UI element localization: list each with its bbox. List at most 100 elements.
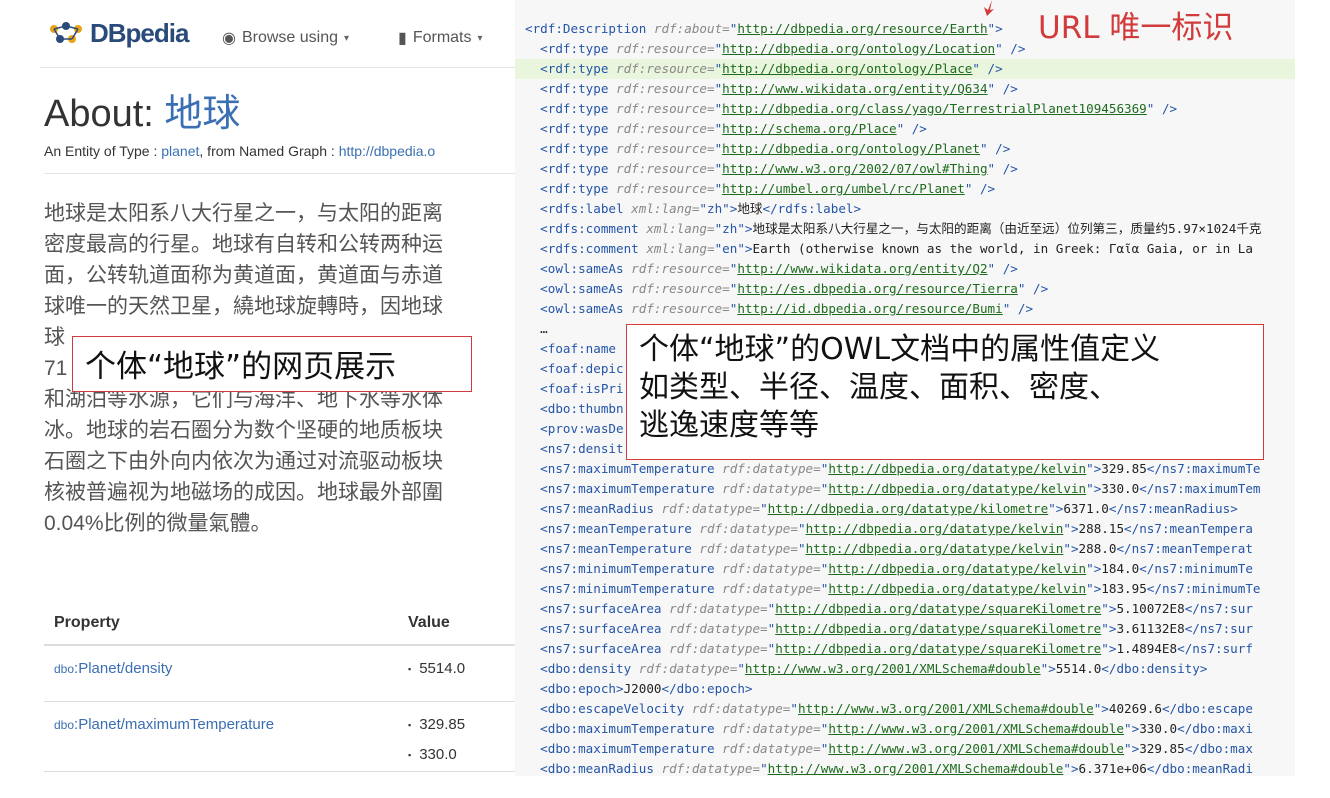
code-token: <rdf:type [525, 81, 616, 96]
code-token: </ns7:surf [1177, 641, 1253, 656]
code-url-link[interactable]: http://dbpedia.org/datatype/kelvin [828, 561, 1086, 576]
code-token: " /> [987, 261, 1018, 276]
entity-subtitle: An Entity of Type : planet, from Named G… [44, 143, 435, 159]
property-link[interactable]: dbo:Planet/density [54, 660, 172, 677]
code-url-link[interactable]: http://dbpedia.org/datatype/kelvin [806, 521, 1064, 536]
code-line: <rdf:type rdf:resource="http://umbel.org… [525, 179, 1295, 199]
code-url-link[interactable]: http://www.w3.org/2001/XMLSchema#double [798, 701, 1094, 716]
code-url-link[interactable]: http://dbpedia.org/datatype/kelvin [828, 481, 1086, 496]
code-line: <rdfs:comment xml:lang="zh">地球是太阳系八大行星之一… [525, 219, 1295, 239]
header-property[interactable]: Property [54, 614, 120, 632]
code-token: " [797, 541, 806, 556]
property-name: :Planet/density [74, 660, 173, 677]
browse-using-menu[interactable]: ◉ Browse using ▾ [222, 28, 349, 48]
code-url-link[interactable]: http://dbpedia.org/datatype/kelvin [828, 461, 1086, 476]
code-token: </ns7:maximumTe [1146, 461, 1261, 476]
code-token: </ns7:sur [1184, 601, 1253, 616]
code-url-link[interactable]: http://www.w3.org/2001/XMLSchema#double [745, 661, 1041, 676]
code-token: rdf:about= [653, 21, 730, 36]
code-line: <owl:sameAs rdf:resource="http://es.dbpe… [525, 279, 1295, 299]
code-url-link[interactable]: http://dbpedia.org/datatype/kelvin [828, 581, 1086, 596]
code-token: <rdf:type [525, 121, 616, 136]
code-url-link[interactable]: http://dbpedia.org/datatype/kilometre [768, 501, 1049, 516]
property-link[interactable]: dbo:Planet/maximumTemperature [54, 716, 274, 733]
code-token: 5514.0 [1055, 661, 1102, 676]
code-line: <dbo:maximumTemperature rdf:datatype="ht… [525, 719, 1295, 739]
named-graph-link[interactable]: http://dbpedia.o [339, 143, 436, 159]
code-token: rdf:resource= [616, 101, 715, 116]
code-url-link[interactable]: http://www.w3.org/2002/07/owl#Thing [722, 161, 987, 176]
code-url-link[interactable]: http://www.wikidata.org/entity/Q2 [737, 261, 987, 276]
code-line: <dbo:density rdf:datatype="http://www.w3… [525, 659, 1295, 679]
code-url-link[interactable]: http://id.dbpedia.org/resource/Bumi [737, 301, 1002, 316]
code-token: " /> [896, 121, 927, 136]
code-line: <rdf:type rdf:resource="http://schema.or… [525, 119, 1295, 139]
code-token: 3.61132E8 [1116, 621, 1185, 636]
code-token: "zh"> [714, 221, 753, 236]
code-token: rdf:resource= [631, 301, 730, 316]
code-url-link[interactable]: http://www.wikidata.org/entity/Q634 [722, 81, 987, 96]
code-token: " /> [979, 141, 1011, 156]
abstract-line: 球唯一的天然卫星，繞地球旋轉時，因地球 [44, 295, 443, 318]
type-link[interactable]: planet [161, 143, 199, 159]
code-token: " /> [987, 81, 1018, 96]
entity-link[interactable]: 地球 [164, 93, 240, 135]
code-url-link[interactable]: http://dbpedia.org/class/yago/Terrestria… [722, 101, 1147, 116]
code-token: xml:lang= [646, 221, 715, 236]
code-token: 地球 [737, 201, 763, 216]
abstract-line: 0.04%比例的微量氣體。 [44, 512, 272, 535]
code-token: "> [1086, 461, 1102, 476]
code-token: </dbo:maxi [1177, 721, 1253, 736]
code-token: </ns7:meanTemperat [1116, 541, 1253, 556]
code-token: " /> [972, 61, 1003, 76]
code-token: rdf:resource= [631, 281, 730, 296]
code-token: "> [1101, 641, 1117, 656]
code-url-link[interactable]: http://www.w3.org/2001/XMLSchema#double [828, 721, 1124, 736]
dbpedia-logo-icon [50, 21, 82, 43]
code-token: "zh"> [699, 201, 738, 216]
code-url-link[interactable]: http://schema.org/Place [722, 121, 896, 136]
property-values: 5514.0 [408, 660, 465, 690]
code-token: </ns7:minimumTe [1146, 581, 1261, 596]
code-url-link[interactable]: http://www.w3.org/2001/XMLSchema#double [768, 761, 1064, 776]
code-token: 330.0 [1139, 721, 1178, 736]
divider [44, 173, 520, 174]
code-url-link[interactable]: http://www.w3.org/2001/XMLSchema#double [828, 741, 1124, 756]
abstract-line: 地球是太阳系八大行星之一，与太阳的距离 [44, 202, 443, 225]
code-line: <ns7:meanTemperature rdf:datatype="http:… [525, 519, 1295, 539]
code-url-link[interactable]: http://dbpedia.org/datatype/squareKilome… [775, 641, 1101, 656]
code-token: " /> [995, 41, 1026, 56]
page-title: About: 地球 [44, 82, 240, 137]
code-url-link[interactable]: http://dbpedia.org/ontology/Planet [722, 141, 980, 156]
formats-menu[interactable]: ▮ Formats ▾ [398, 28, 483, 48]
code-token: rdf:datatype= [661, 501, 761, 516]
header-value[interactable]: Value [408, 614, 450, 632]
dbpedia-logo[interactable]: DBpedia [46, 18, 189, 49]
browse-using-label: Browse using [241, 29, 339, 46]
code-url-link[interactable]: http://dbpedia.org/datatype/squareKilome… [775, 601, 1101, 616]
code-token: 288.15 [1078, 521, 1125, 536]
code-token: <rdf:type [525, 141, 616, 156]
code-token: xml:lang= [631, 201, 700, 216]
code-url-link[interactable]: http://es.dbpedia.org/resource/Tierra [737, 281, 1018, 296]
code-token: <prov:wasDe [525, 421, 624, 436]
code-token: rdf:datatype= [699, 541, 798, 556]
code-token: "en"> [714, 241, 753, 256]
subtitle-middle: , from Named Graph : [199, 143, 339, 159]
code-token: "> [1101, 601, 1117, 616]
code-token: rdf:datatype= [722, 561, 821, 576]
code-token: " /> [1146, 101, 1178, 116]
code-token: 329.85 [1101, 461, 1147, 476]
property-table: Property Value dbo:Planet/density 5514.0 d… [44, 600, 520, 772]
code-token: rdf:resource= [631, 261, 730, 276]
code-url-link[interactable]: http://dbpedia.org/datatype/kelvin [806, 541, 1064, 556]
code-url-link[interactable]: http://umbel.org/umbel/rc/Planet [722, 181, 965, 196]
code-token: <rdf:type [525, 161, 616, 176]
code-token: 40269.6 [1108, 701, 1162, 716]
code-token: "> [1048, 501, 1064, 516]
code-url-link[interactable]: http://dbpedia.org/resource/Earth [737, 21, 987, 36]
code-url-link[interactable]: http://dbpedia.org/ontology/Place [722, 61, 972, 76]
code-url-link[interactable]: http://dbpedia.org/datatype/squareKilome… [775, 621, 1101, 636]
code-url-link[interactable]: http://dbpedia.org/ontology/Location [722, 41, 995, 56]
table-row: dbo:Planet/maximumTemperature329.85330.0 [44, 702, 520, 772]
